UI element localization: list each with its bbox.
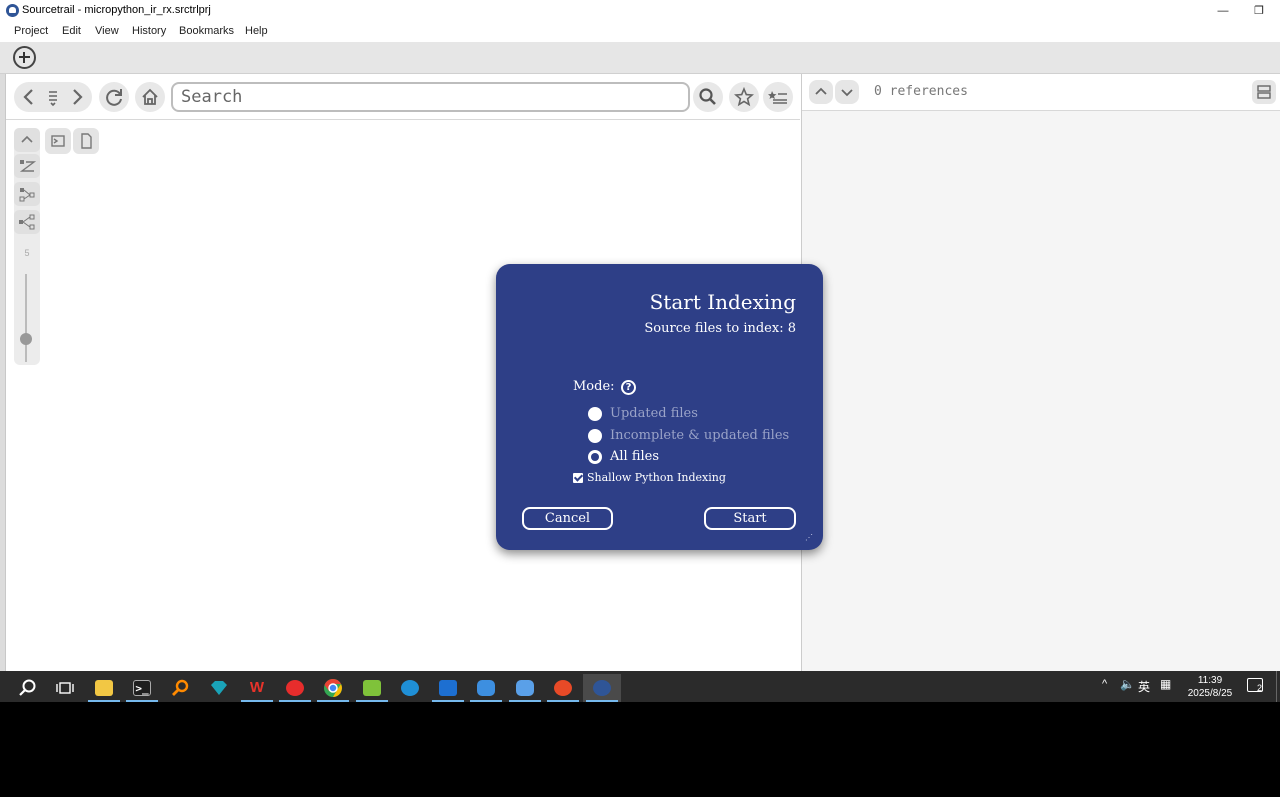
home-icon[interactable] [135,82,165,112]
chevron-right-icon[interactable] [62,82,92,112]
sourcetrail-window: Sourcetrail - micropython_ir_rx.srctrlpr… [0,0,1280,671]
volume-icon[interactable]: 🔈 [1120,677,1135,691]
menu-help[interactable]: Help [245,25,268,37]
cancel-button[interactable]: Cancel [522,507,613,530]
mode-option-label: All files [610,449,660,464]
file-icon[interactable] [73,128,99,154]
next-reference-icon[interactable] [835,80,859,104]
mail-app-icon[interactable] [429,674,467,702]
new-tab-plus-icon[interactable] [13,46,36,69]
diamond-app-icon[interactable] [200,674,238,702]
zoom-depth-label: 5 [24,248,30,258]
window-title: Sourcetrail - micropython_ir_rx.srctrlpr… [22,4,211,16]
history-list-icon[interactable] [44,82,62,112]
input-language-indicator[interactable]: 英 [1138,678,1150,695]
sourcetrail-logo-icon [6,4,19,17]
code-snippet-icon[interactable] [45,128,71,154]
bookmark-list-icon[interactable] [763,82,793,112]
restore-button[interactable]: ❐ [1244,2,1274,20]
notification-center-icon[interactable]: 2 [1247,678,1263,693]
graph-controls: 5 [14,128,40,365]
wps-office-icon[interactable]: W [238,674,276,702]
sourcetrail-taskbar-icon[interactable] [583,674,621,702]
clock-date: 2025/8/25 [1187,688,1233,699]
file-explorer-icon[interactable] [85,674,123,702]
previous-reference-icon[interactable] [809,80,833,104]
star-icon[interactable] [729,82,759,112]
references-header: 0 references [802,74,1280,111]
search-input[interactable] [171,82,690,112]
show-desktop-button[interactable] [1276,671,1280,702]
resize-grip-icon[interactable]: ⋰ [805,534,813,542]
custom-trail-icon[interactable] [14,154,40,178]
refresh-icon[interactable] [99,82,129,112]
shallow-indexing-label: Shallow Python Indexing [587,471,726,484]
chevron-left-icon[interactable] [14,82,44,112]
cloud-app-icon[interactable] [467,674,505,702]
layout-toggle-icon[interactable] [1252,80,1276,104]
start-indexing-dialog: Start Indexing Source files to index: 8 … [496,264,823,550]
chevron-up-icon[interactable]: ^ [1102,678,1107,690]
system-clock[interactable]: 11:39 2025/8/25 [1180,674,1240,700]
search-icon[interactable] [9,674,47,702]
menu-project[interactable]: Project [14,25,48,37]
mode-option-label: Updated files [610,406,698,421]
chrome-icon[interactable] [314,674,352,702]
dependency-graph-icon[interactable] [14,182,40,206]
mode-option-label: Incomplete & updated files [610,428,790,443]
mode-label: Mode: [573,379,615,394]
cloud-drive-icon[interactable] [506,674,544,702]
radio-button-selected[interactable] [588,450,602,464]
title-bar: Sourcetrail - micropython_ir_rx.srctrlpr… [0,0,1280,22]
minimize-button[interactable]: — [1208,2,1238,20]
depth-slider-track[interactable] [25,274,27,362]
everything-search-icon[interactable] [162,674,200,702]
dialog-title: Start Indexing [649,290,796,314]
netease-music-icon[interactable] [276,674,314,702]
menu-bar: Project Edit View History Bookmarks Help [0,22,1280,42]
notepad-app-icon[interactable] [353,674,391,702]
edge-icon[interactable] [391,674,429,702]
inheritance-graph-icon[interactable] [14,210,40,234]
clock-time: 11:39 [1197,675,1223,686]
tab-strip [0,42,1280,74]
depth-slider-handle[interactable] [20,333,32,345]
reference-count: 0 references [874,84,968,99]
menu-edit[interactable]: Edit [62,25,81,37]
menu-history[interactable]: History [132,25,166,37]
shallow-indexing-checkbox[interactable] [573,473,583,483]
menu-bookmarks[interactable]: Bookmarks [179,25,234,37]
radio-button[interactable] [588,407,602,421]
references-panel: 0 references [801,74,1280,671]
start-button[interactable]: Start [704,507,796,530]
collapse-controls-icon[interactable] [14,128,40,152]
ime-mode-icon[interactable]: ▦ [1160,677,1171,691]
video-player-icon[interactable] [544,674,582,702]
menu-view[interactable]: View [95,25,119,37]
radio-button[interactable] [588,429,602,443]
search-toolbar [6,74,800,120]
help-icon[interactable]: ? [621,380,636,395]
search-icon[interactable] [693,82,723,112]
terminal-icon[interactable]: >_ [123,674,161,702]
windows-taskbar: >_ W ^ 🔈 英 ▦ 11:39 2025/8/25 2 [0,671,1280,702]
source-file-count: Source files to index: 8 [644,321,796,336]
task-view-icon[interactable] [46,674,84,702]
